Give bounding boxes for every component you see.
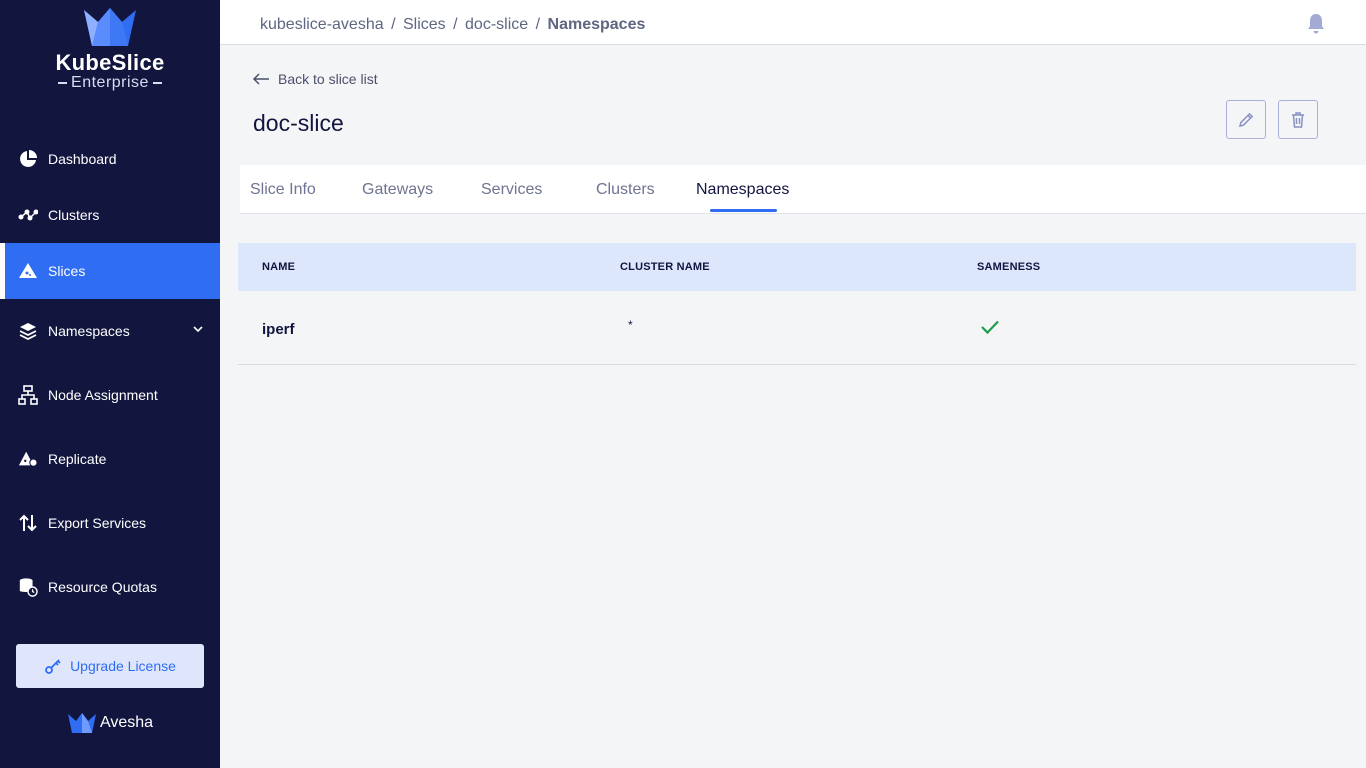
tab-gateways[interactable]: Gateways	[362, 181, 433, 199]
brand-title: KubeSlice	[55, 50, 165, 75]
breadcrumb-separator: /	[391, 16, 396, 33]
sidebar-item-dashboard[interactable]: Dashboard	[0, 131, 220, 187]
breadcrumb: kubeslice-avesha / Slices / doc-slice / …	[260, 16, 645, 34]
sidebar-item-label: Replicate	[48, 451, 107, 467]
sidebar-item-label: Namespaces	[48, 323, 130, 339]
sidebar-item-label: Resource Quotas	[48, 579, 157, 595]
sidebar-item-namespaces[interactable]: Namespaces	[0, 303, 220, 359]
breadcrumb-separator: /	[535, 16, 541, 33]
slice-icon	[18, 261, 38, 281]
cluster-nodes-icon	[18, 205, 38, 225]
bell-icon[interactable]	[1306, 12, 1326, 34]
chevron-down-icon[interactable]	[192, 323, 204, 335]
sidebar-item-export-services[interactable]: Export Services	[0, 495, 220, 551]
database-clock-icon	[18, 577, 38, 597]
tab-namespaces[interactable]: Namespaces	[696, 181, 789, 199]
kubeslice-logo[interactable]: KubeSlice Enterprise	[0, 8, 220, 92]
key-icon	[45, 659, 61, 674]
brand-subtitle: Enterprise	[0, 74, 220, 92]
sidebar-item-label: Node Assignment	[48, 387, 158, 403]
table-header: NAME CLUSTER NAME SAMENESS	[238, 243, 1356, 291]
avesha-brand: Avesha	[0, 712, 220, 734]
replicate-icon	[18, 449, 38, 469]
delete-button[interactable]	[1278, 100, 1318, 139]
breadcrumb-item-slice[interactable]: doc-slice	[465, 16, 528, 33]
upgrade-license-label: Upgrade License	[70, 658, 176, 674]
column-header-cluster-name: CLUSTER NAME	[620, 261, 710, 273]
sidebar-item-label: Slices	[48, 263, 86, 279]
hierarchy-icon	[18, 385, 38, 405]
up-down-arrows-icon	[18, 513, 38, 533]
tab-clusters[interactable]: Clusters	[596, 181, 655, 199]
sameness-check-icon	[980, 319, 1000, 340]
breadcrumb-current: Namespaces	[547, 16, 646, 33]
sidebar-item-label: Dashboard	[48, 151, 117, 167]
upgrade-license-button[interactable]: Upgrade License	[16, 644, 204, 688]
sidebar-item-replicate[interactable]: Replicate	[0, 431, 220, 487]
tab-services[interactable]: Services	[481, 181, 542, 199]
edit-button[interactable]	[1226, 100, 1266, 139]
sidebar-item-label: Clusters	[48, 207, 100, 223]
active-tab-indicator	[710, 209, 777, 212]
breadcrumb-item-slices[interactable]: Slices	[403, 16, 446, 33]
pencil-icon	[1238, 112, 1254, 127]
sidebar-item-node-assignment[interactable]: Node Assignment	[0, 367, 220, 423]
namespace-name: iperf	[262, 321, 295, 338]
tab-slice-info[interactable]: Slice Info	[250, 181, 316, 199]
column-header-name: NAME	[262, 261, 296, 273]
avesha-label: Avesha	[99, 714, 154, 731]
page-title: doc-slice	[253, 110, 344, 136]
avesha-crown-icon	[67, 713, 96, 733]
sidebar: KubeSlice Enterprise Dashboard Clusters …	[0, 0, 220, 768]
back-to-slice-list-link[interactable]: Back to slice list	[252, 71, 378, 87]
trash-icon	[1292, 111, 1304, 128]
back-label: Back to slice list	[278, 71, 378, 87]
table-row: iperf *	[238, 291, 1356, 365]
top-bar: kubeslice-avesha / Slices / doc-slice / …	[220, 0, 1366, 45]
column-header-sameness: SAMENESS	[977, 261, 1041, 273]
sidebar-item-resource-quotas[interactable]: Resource Quotas	[0, 559, 220, 615]
sidebar-item-clusters[interactable]: Clusters	[0, 187, 220, 243]
sidebar-item-slices[interactable]: Slices	[0, 243, 220, 299]
breadcrumb-item-cluster[interactable]: kubeslice-avesha	[260, 16, 384, 33]
arrow-left-icon	[252, 73, 269, 85]
namespaces-table: NAME CLUSTER NAME SAMENESS iperf *	[238, 243, 1356, 365]
sidebar-item-label: Export Services	[48, 515, 147, 531]
pie-chart-icon	[18, 149, 38, 169]
tab-bar: Slice Info Gateways Services Clusters Na…	[240, 165, 1366, 214]
cluster-name: *	[628, 318, 633, 332]
layers-icon	[18, 321, 38, 341]
crown-logo-icon	[84, 8, 136, 46]
breadcrumb-separator: /	[453, 16, 458, 33]
